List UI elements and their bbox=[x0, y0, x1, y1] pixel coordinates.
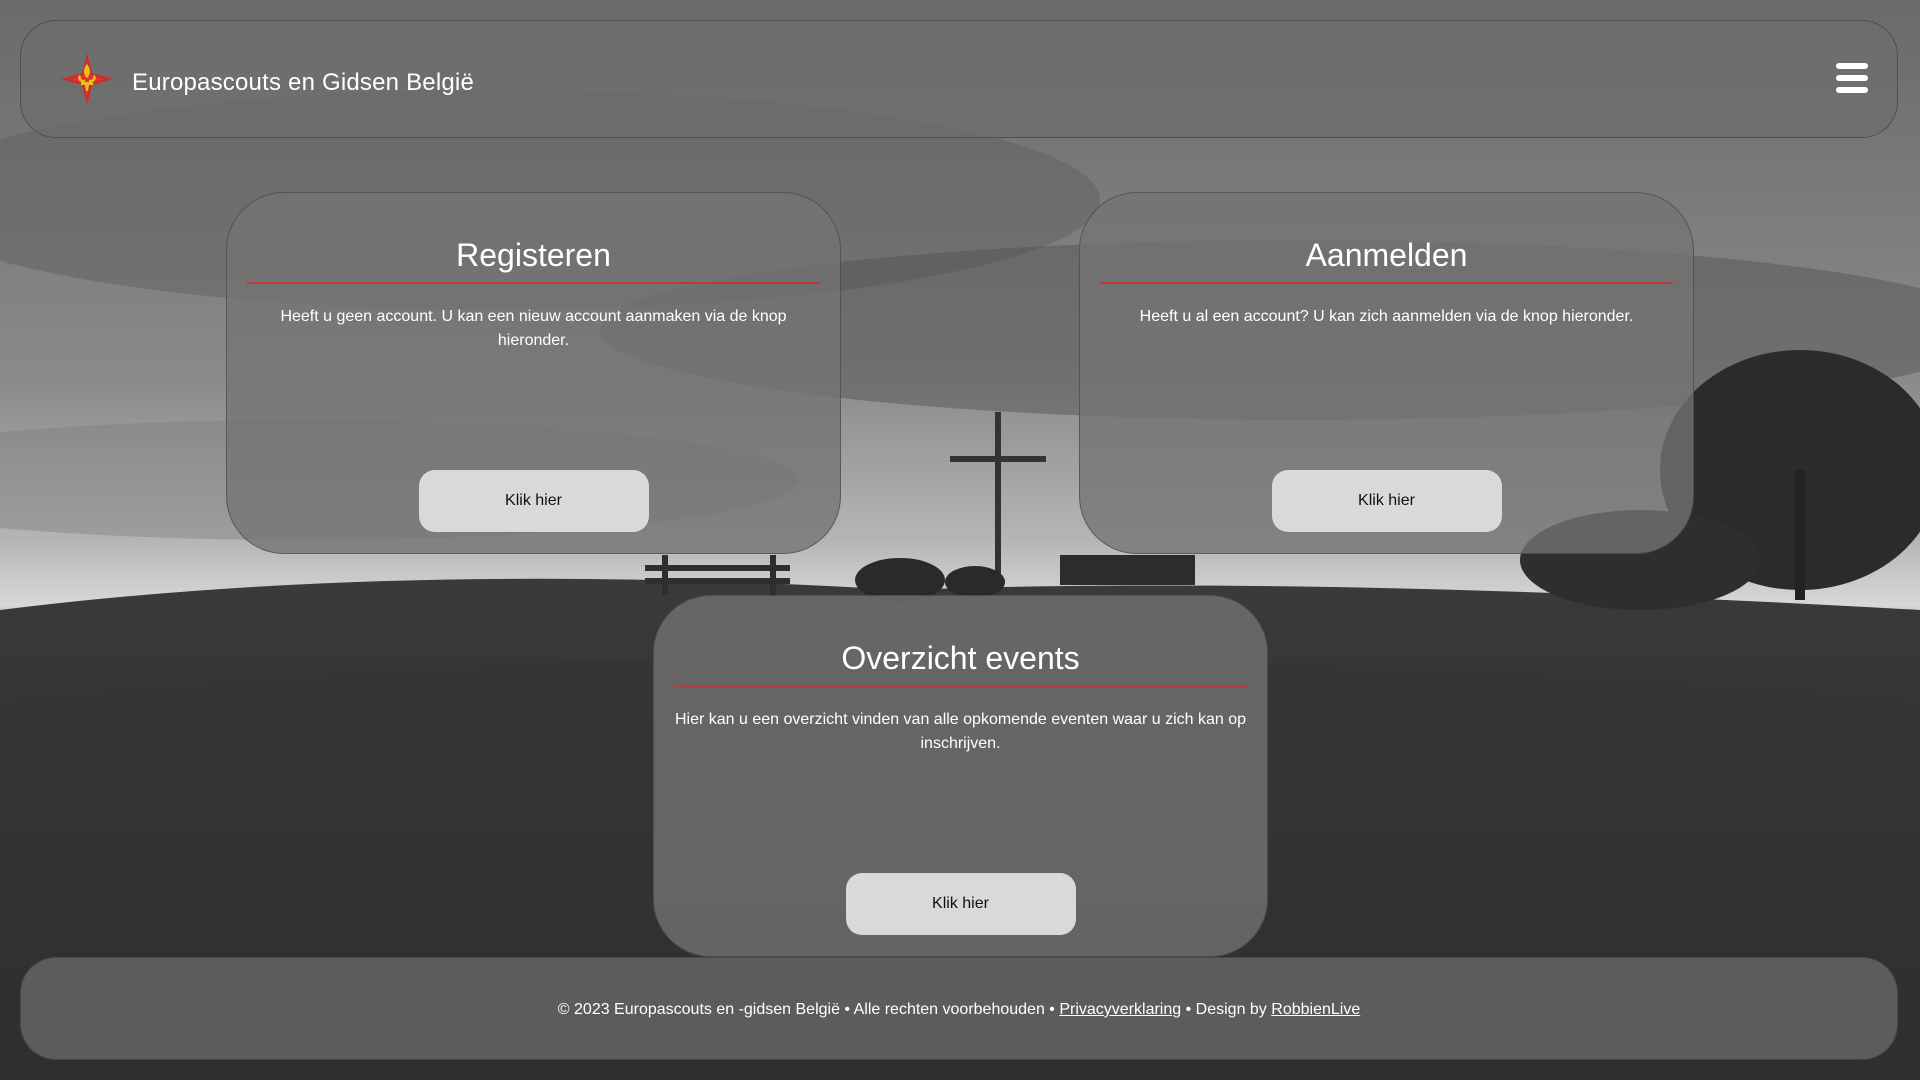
card-description: Hier kan u een overzicht vinden van alle… bbox=[674, 711, 1246, 752]
card-title: Registeren bbox=[456, 237, 611, 273]
brand-title[interactable]: Europascouts en Gidsen België bbox=[132, 69, 474, 97]
fleur-de-lis-star-logo[interactable] bbox=[59, 51, 115, 107]
title-divider bbox=[247, 282, 820, 284]
card-title: Aanmelden bbox=[1305, 237, 1468, 273]
card-title: Overzicht events bbox=[841, 640, 1080, 676]
top-navbar: Europascouts en Gidsen België bbox=[20, 20, 1898, 138]
card-events-overview: Overzicht events Hier kan u een overzich… bbox=[653, 595, 1268, 957]
hamburger-menu-icon[interactable] bbox=[1836, 63, 1868, 93]
footer-line: © 2023 Europascouts en -gidsen België • … bbox=[21, 1001, 1897, 1019]
footer-copyright: © 2023 Europascouts en -gidsen België • … bbox=[557, 1001, 1055, 1018]
footer-design-prefix: • Design by bbox=[1185, 1001, 1267, 1018]
login-button[interactable]: Klik hier bbox=[1271, 470, 1502, 532]
title-divider bbox=[674, 685, 1247, 687]
card-description: Heeft u al een account? U kan zich aanme… bbox=[1139, 308, 1634, 325]
designer-link[interactable]: RobbienLive bbox=[1271, 1001, 1360, 1018]
card-login: Aanmelden Heeft u al een account? U kan … bbox=[1079, 192, 1694, 554]
privacy-link[interactable]: Privacyverklaring bbox=[1059, 1001, 1181, 1018]
title-divider bbox=[1100, 282, 1673, 284]
register-button[interactable]: Klik hier bbox=[418, 470, 649, 532]
page: Europascouts en Gidsen België Registeren… bbox=[0, 0, 1920, 1080]
card-register: Registeren Heeft u geen account. U kan e… bbox=[226, 192, 841, 554]
card-description: Heeft u geen account. U kan een nieuw ac… bbox=[280, 308, 787, 349]
events-overview-button[interactable]: Klik hier bbox=[845, 873, 1076, 935]
footer: © 2023 Europascouts en -gidsen België • … bbox=[20, 957, 1898, 1060]
